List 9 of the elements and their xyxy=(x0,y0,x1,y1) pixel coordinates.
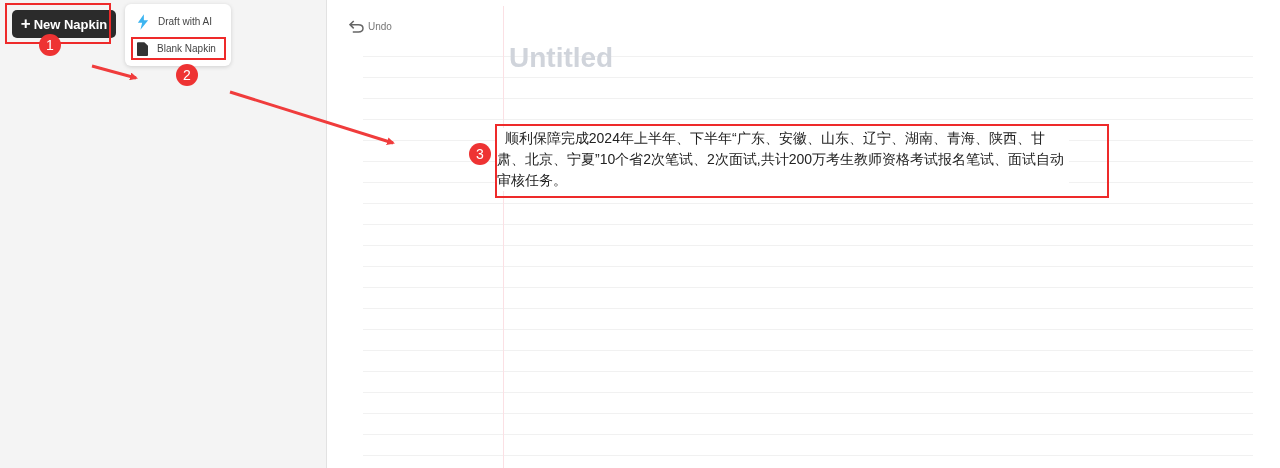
lightning-icon xyxy=(137,13,149,30)
body-paragraph[interactable]: 顺利保障完成2024年上半年、下半年“广东、安徽、山东、辽宁、湖南、青海、陕西、甘肃、北京、宁夏”10个省2次笔试、2次面试,共计200万考生教师资格考试报名笔试、面试自动审核任务。 xyxy=(497,128,1069,191)
document-icon xyxy=(137,41,148,56)
menu-item[interactable]: Blank Napkin xyxy=(125,35,231,62)
new-napkin-button[interactable]: + New Napkin xyxy=(12,10,116,38)
menu-item[interactable]: Draft with AI xyxy=(125,8,231,35)
arrow xyxy=(91,64,138,81)
undo-button[interactable]: Undo xyxy=(349,20,392,33)
undo-icon xyxy=(349,20,364,33)
